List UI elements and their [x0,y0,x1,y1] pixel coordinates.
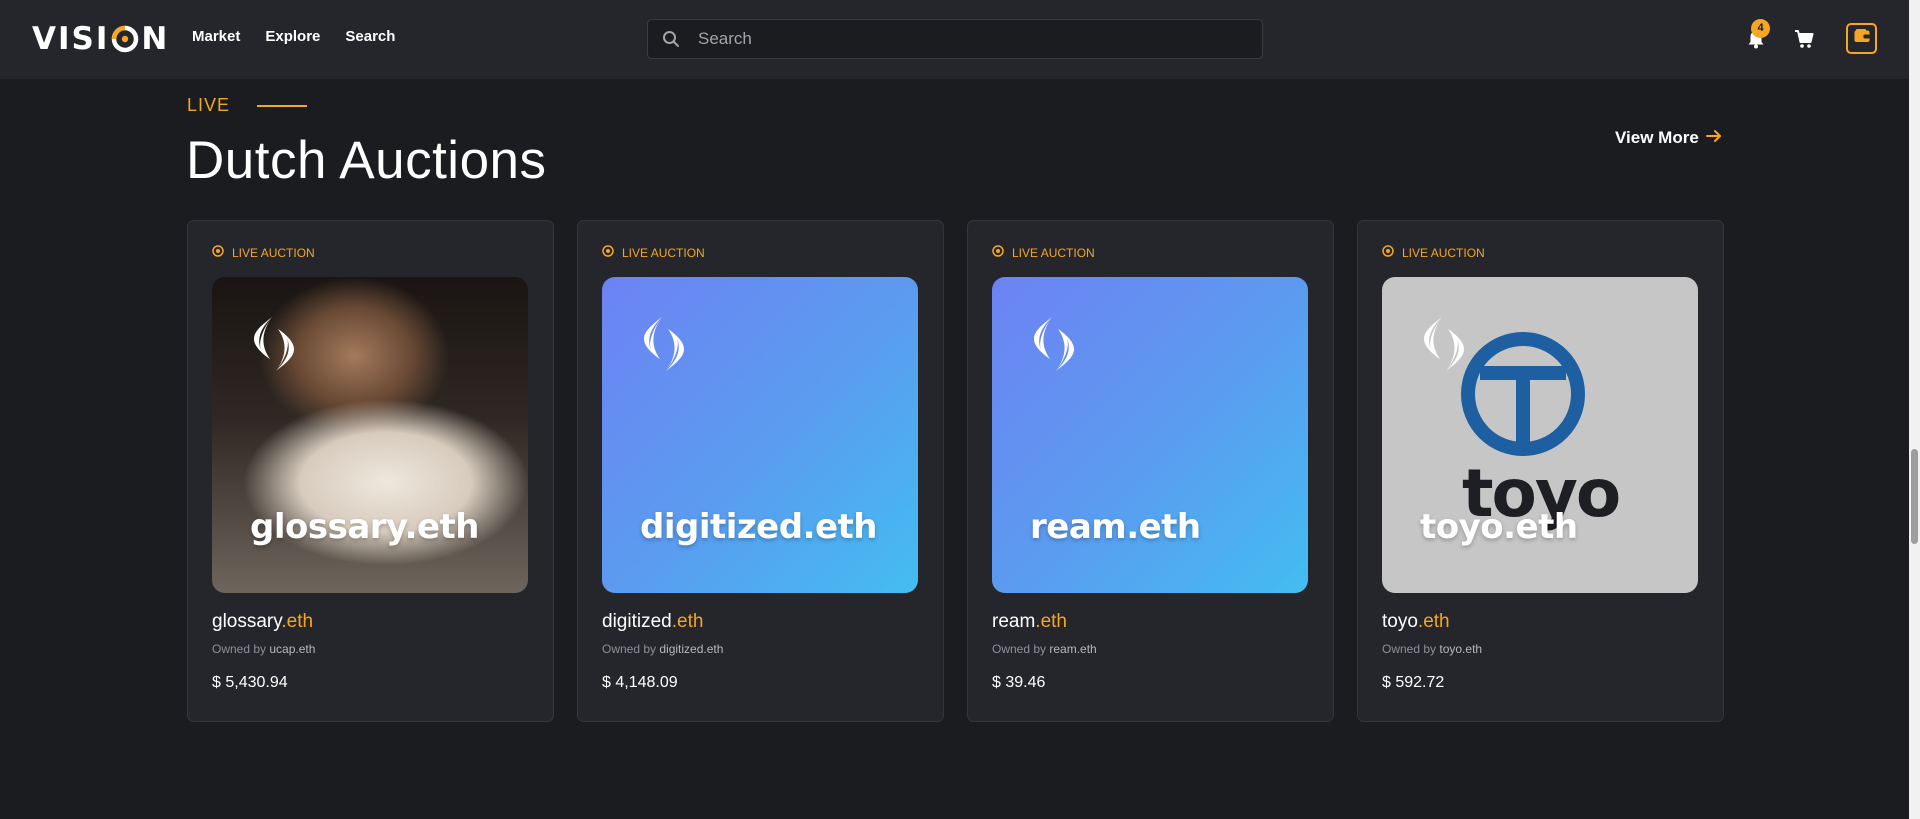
live-dot-icon [1382,245,1394,260]
wallet-button[interactable] [1846,23,1877,54]
owner-prefix: Owned by [212,642,267,656]
live-auction-label: LIVE AUCTION [232,245,315,260]
top-navbar: VISI N Market Explore Search 4 [0,0,1909,79]
live-auction-badge: LIVE AUCTION [992,245,1095,260]
owner-prefix: Owned by [1382,642,1437,656]
owner-prefix: Owned by [602,642,657,656]
price: $ 5,430.94 [212,674,288,691]
domain-name-base: glossary [212,611,282,632]
live-auction-badge: LIVE AUCTION [602,245,705,260]
domain-name: digitized.eth [602,611,703,633]
owner-prefix: Owned by [992,642,1047,656]
live-auction-label: LIVE AUCTION [622,245,705,260]
search-icon [662,30,680,53]
toyo-brand-logo [1460,331,1586,462]
wallet-icon [1854,29,1870,48]
domain-suffix: .eth [671,611,704,632]
view-more-label: View More [1615,128,1699,147]
live-auction-badge: LIVE AUCTION [1382,245,1485,260]
domain-name-base: ream [992,611,1036,632]
nav-search[interactable]: Search [345,28,395,45]
ens-logo-icon [638,315,690,378]
domain-image[interactable]: digitized.eth [602,277,918,593]
auction-card-ream[interactable]: LIVE AUCTION ream.eth ream.eth Owned by … [967,220,1334,722]
domain-image[interactable]: glossary.eth [212,277,528,593]
owner-line: Owned by digitized.eth [602,642,723,656]
nav-market[interactable]: Market [192,28,240,45]
price: $ 592.72 [1382,674,1445,691]
image-domain-label: glossary.eth [250,507,480,547]
domain-name-base: toyo [1382,611,1418,632]
logo-text-left: VISI [32,21,110,57]
price: $ 4,148.09 [602,674,678,691]
auction-card-digitized[interactable]: LIVE AUCTION digitized.eth digitized.eth… [577,220,944,722]
owner-name[interactable]: digitized.eth [659,642,723,656]
eyebrow-label: LIVE [187,95,231,115]
logo-o-icon [111,25,139,53]
domain-suffix: .eth [1417,611,1450,632]
search-input[interactable] [696,20,1246,58]
page-scrollbar[interactable] [1909,0,1920,819]
domain-suffix: .eth [1035,611,1067,632]
owner-line: Owned by toyo.eth [1382,642,1482,656]
live-auction-badge: LIVE AUCTION [212,245,315,260]
domain-name-base: digitized [602,611,672,632]
live-dot-icon [602,245,614,260]
search-bar [647,19,1263,59]
ens-logo-icon [1028,315,1080,378]
owner-name[interactable]: toyo.eth [1439,642,1482,656]
ens-logo-icon [248,315,300,378]
domain-image[interactable]: ream.eth [992,277,1308,593]
eyebrow-divider [257,104,308,107]
live-dot-icon [212,245,224,260]
image-domain-label: ream.eth [1030,507,1201,547]
owner-line: Owned by ucap.eth [212,642,315,656]
domain-name: ream.eth [992,611,1067,633]
arrow-right-icon [1705,128,1722,148]
main-nav: Market Explore Search [192,28,395,45]
image-domain-label: toyo.eth [1420,507,1578,547]
vision-logo[interactable]: VISI N [32,21,169,57]
nav-explore[interactable]: Explore [265,28,320,45]
image-domain-label: digitized.eth [640,507,878,547]
section-eyebrow: LIVE [187,95,308,116]
logo-text-right: N [141,21,170,57]
live-auction-label: LIVE AUCTION [1402,245,1485,260]
owner-name[interactable]: ucap.eth [269,642,315,656]
notification-count-badge: 4 [1751,19,1770,38]
domain-suffix: .eth [281,611,314,632]
page-title: Dutch Auctions [186,131,547,190]
cart-icon[interactable] [1793,28,1815,50]
price: $ 39.46 [992,674,1046,691]
owner-name[interactable]: ream.eth [1049,642,1096,656]
domain-name: toyo.eth [1382,611,1450,633]
domain-image[interactable]: toyo toyo.eth [1382,277,1698,593]
live-dot-icon [992,245,1004,260]
live-auction-label: LIVE AUCTION [1012,245,1095,260]
auction-card-toyo[interactable]: LIVE AUCTION toyo toyo.eth toyo.eth Owne… [1357,220,1724,722]
view-more-link[interactable]: View More [1615,128,1722,148]
auction-card-glossary[interactable]: LIVE AUCTION glossary.eth glossary.eth O… [187,220,554,722]
scrollbar-thumb[interactable] [1911,449,1918,544]
domain-name: glossary.eth [212,611,313,633]
ens-logo-icon [1418,315,1470,378]
owner-line: Owned by ream.eth [992,642,1097,656]
